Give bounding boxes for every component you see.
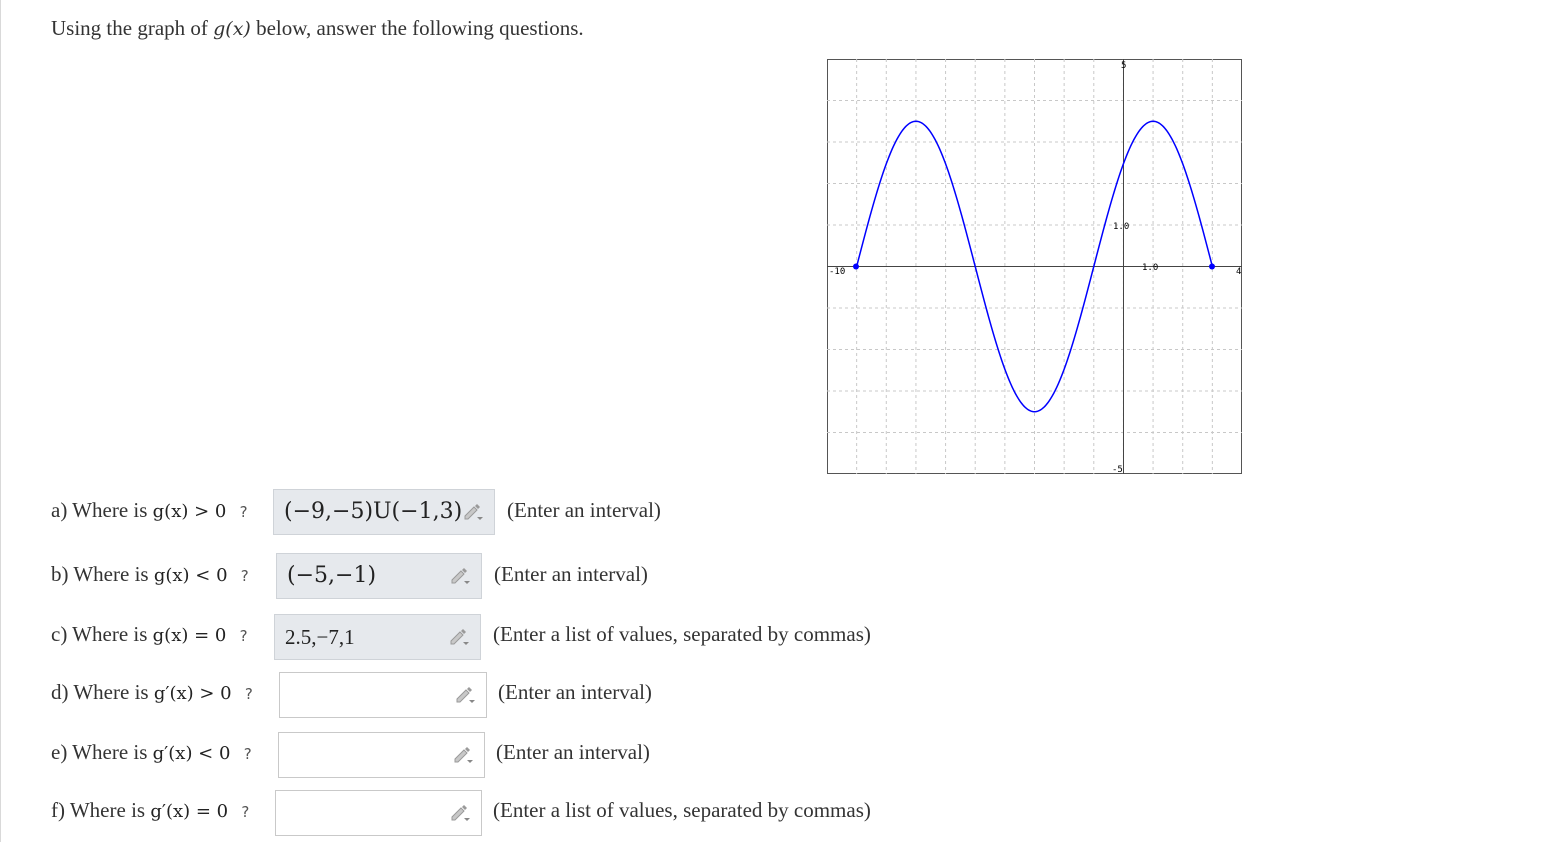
question-b-help-icon[interactable]: ? bbox=[241, 567, 249, 585]
question-b-expression: g(x) < 0 bbox=[153, 565, 228, 586]
question-f-expression: g′(x) = 0 bbox=[150, 801, 229, 822]
question-d: d) Where is g′(x) > 0 ? bbox=[51, 680, 253, 705]
question-e: e) Where is g′(x) < 0 ? bbox=[51, 740, 252, 765]
intro-text: Using the graph of g(x) below, answer th… bbox=[51, 16, 584, 41]
pencil-icon[interactable] bbox=[462, 503, 484, 521]
answer-a-value: (−9,−5)U(−1,3) bbox=[284, 499, 463, 524]
y-unit-label: 1.0 bbox=[1113, 222, 1129, 232]
question-d-expression: g′(x) > 0 bbox=[153, 683, 232, 704]
answer-b-value: (−5,−1) bbox=[287, 563, 377, 588]
answer-f-field[interactable] bbox=[275, 790, 482, 836]
pencil-icon[interactable] bbox=[452, 746, 474, 764]
intro-suffix: below, answer the following questions. bbox=[256, 16, 584, 40]
y-min-label: -5 bbox=[1112, 465, 1123, 474]
page-left-border bbox=[0, 0, 1, 842]
answer-b-hint: (Enter an interval) bbox=[494, 562, 648, 586]
answer-c-field[interactable]: 2.5,−7,1 bbox=[274, 614, 481, 660]
answer-a-hint: (Enter an interval) bbox=[507, 498, 661, 522]
question-a-expression: g(x) > 0 bbox=[152, 501, 227, 522]
x-unit-label: 1.0 bbox=[1142, 263, 1158, 273]
question-f-prefix: f) Where is bbox=[51, 798, 146, 822]
question-e-prefix: e) Where is bbox=[51, 740, 148, 764]
question-c-prefix: c) Where is bbox=[51, 622, 148, 646]
answer-d-field[interactable] bbox=[279, 672, 487, 718]
question-c-expression: g(x) = 0 bbox=[152, 625, 227, 646]
question-b-prefix: b) Where is bbox=[51, 562, 149, 586]
question-a: a) Where is g(x) > 0 ? bbox=[51, 498, 248, 523]
answer-d-hint: (Enter an interval) bbox=[498, 680, 652, 704]
y-max-label: 5 bbox=[1121, 61, 1126, 71]
question-a-prefix: a) Where is bbox=[51, 498, 148, 522]
pencil-icon[interactable] bbox=[454, 686, 476, 704]
answer-e-hint: (Enter an interval) bbox=[496, 740, 650, 764]
question-c-help-icon[interactable]: ? bbox=[240, 627, 248, 645]
answer-c-value: 2.5,−7,1 bbox=[285, 625, 355, 649]
answer-e-field[interactable] bbox=[278, 732, 485, 778]
answer-f-hint: (Enter a list of values, separated by co… bbox=[493, 798, 871, 822]
answer-c-hint: (Enter a list of values, separated by co… bbox=[493, 622, 871, 646]
pencil-icon[interactable] bbox=[449, 804, 471, 822]
right-endpoint bbox=[1209, 263, 1215, 270]
answer-b-field[interactable]: (−5,−1) bbox=[276, 553, 482, 599]
question-f: f) Where is g′(x) = 0 ? bbox=[51, 798, 249, 823]
x-max-label: 4 bbox=[1236, 267, 1241, 277]
answer-a-field[interactable]: (−9,−5)U(−1,3) bbox=[273, 489, 495, 535]
question-a-help-icon[interactable]: ? bbox=[240, 503, 248, 521]
intro-prefix: Using the graph of bbox=[51, 16, 208, 40]
pencil-icon[interactable] bbox=[449, 567, 471, 585]
left-endpoint bbox=[853, 263, 859, 270]
question-d-help-icon[interactable]: ? bbox=[245, 685, 253, 703]
question-d-prefix: d) Where is bbox=[51, 680, 149, 704]
x-min-label: -10 bbox=[829, 267, 845, 277]
function-graph: -10 4 5 -5 1.0 1.0 bbox=[827, 59, 1242, 474]
question-b: b) Where is g(x) < 0 ? bbox=[51, 562, 249, 587]
question-e-expression: g′(x) < 0 bbox=[152, 743, 231, 764]
pencil-icon[interactable] bbox=[448, 628, 470, 646]
question-f-help-icon[interactable]: ? bbox=[241, 803, 249, 821]
question-c: c) Where is g(x) = 0 ? bbox=[51, 622, 248, 647]
intro-function: g(x) bbox=[213, 18, 251, 40]
question-e-help-icon[interactable]: ? bbox=[244, 745, 252, 763]
